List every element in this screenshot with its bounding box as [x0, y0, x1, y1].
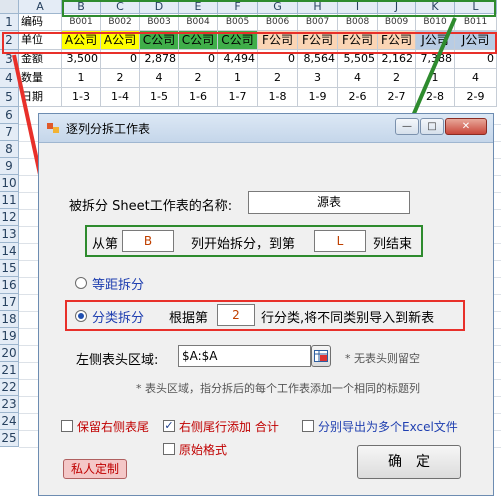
category-desc: 行分类,将不同类别导入到新表 — [261, 311, 435, 326]
dialog-titlebar[interactable]: 逐列分拆工作表 — □ ✕ — [39, 114, 493, 143]
to-column-input[interactable]: L — [314, 230, 366, 252]
keep-right-tail-label[interactable]: 保留右侧表尾 — [77, 418, 149, 435]
split-dialog: 逐列分拆工作表 — □ ✕ 被拆分 Sheet工作表的名称: 源表 从第 B 列… — [38, 113, 494, 496]
from-column-input[interactable]: B — [122, 230, 174, 252]
equal-split-label[interactable]: 等距拆分 — [92, 274, 144, 293]
export-excel-label[interactable]: 分别导出为多个Excel文件 — [318, 418, 458, 435]
minimize-button[interactable]: — — [395, 118, 419, 135]
ok-button[interactable]: 确 定 — [357, 445, 461, 479]
export-excel-checkbox[interactable] — [302, 420, 314, 432]
sheet-name-label: 被拆分 Sheet工作表的名称: — [69, 199, 233, 214]
original-format-checkbox[interactable] — [163, 443, 175, 455]
left-header-label: 左侧表头区域: — [76, 353, 159, 368]
radio-equal-split[interactable] — [75, 277, 87, 289]
add-tail-total-label[interactable]: 右侧尾行添加 合计 — [179, 418, 279, 435]
close-button[interactable]: ✕ — [445, 118, 487, 135]
from-label: 从第 — [92, 237, 119, 252]
radio-category-split[interactable] — [75, 310, 87, 322]
middle-label: 列开始拆分，到第 — [191, 237, 296, 252]
end-label: 列结束 — [373, 237, 413, 252]
dialog-title: 逐列分拆工作表 — [66, 122, 151, 136]
sheet-name-input[interactable]: 源表 — [248, 191, 410, 214]
add-tail-total-checkbox[interactable]: ✓ — [163, 420, 175, 432]
keep-right-tail-checkbox[interactable] — [61, 420, 73, 432]
based-on-label: 根据第 — [169, 311, 209, 326]
category-row-input[interactable]: 2 — [217, 304, 255, 326]
category-split-label[interactable]: 分类拆分 — [92, 307, 144, 326]
custom-button[interactable]: 私人定制 — [63, 459, 127, 479]
header-note: * 表头区域，指分拆后的每个工作表添加一个相同的标题列 — [136, 382, 420, 395]
maximize-button[interactable]: □ — [420, 118, 444, 135]
no-header-hint: * 无表头则留空 — [345, 352, 420, 365]
left-header-input[interactable]: $A:$A — [178, 345, 311, 367]
app-icon — [47, 123, 59, 133]
original-format-label[interactable]: 原始格式 — [179, 441, 227, 458]
range-picker-icon[interactable] — [311, 345, 331, 367]
